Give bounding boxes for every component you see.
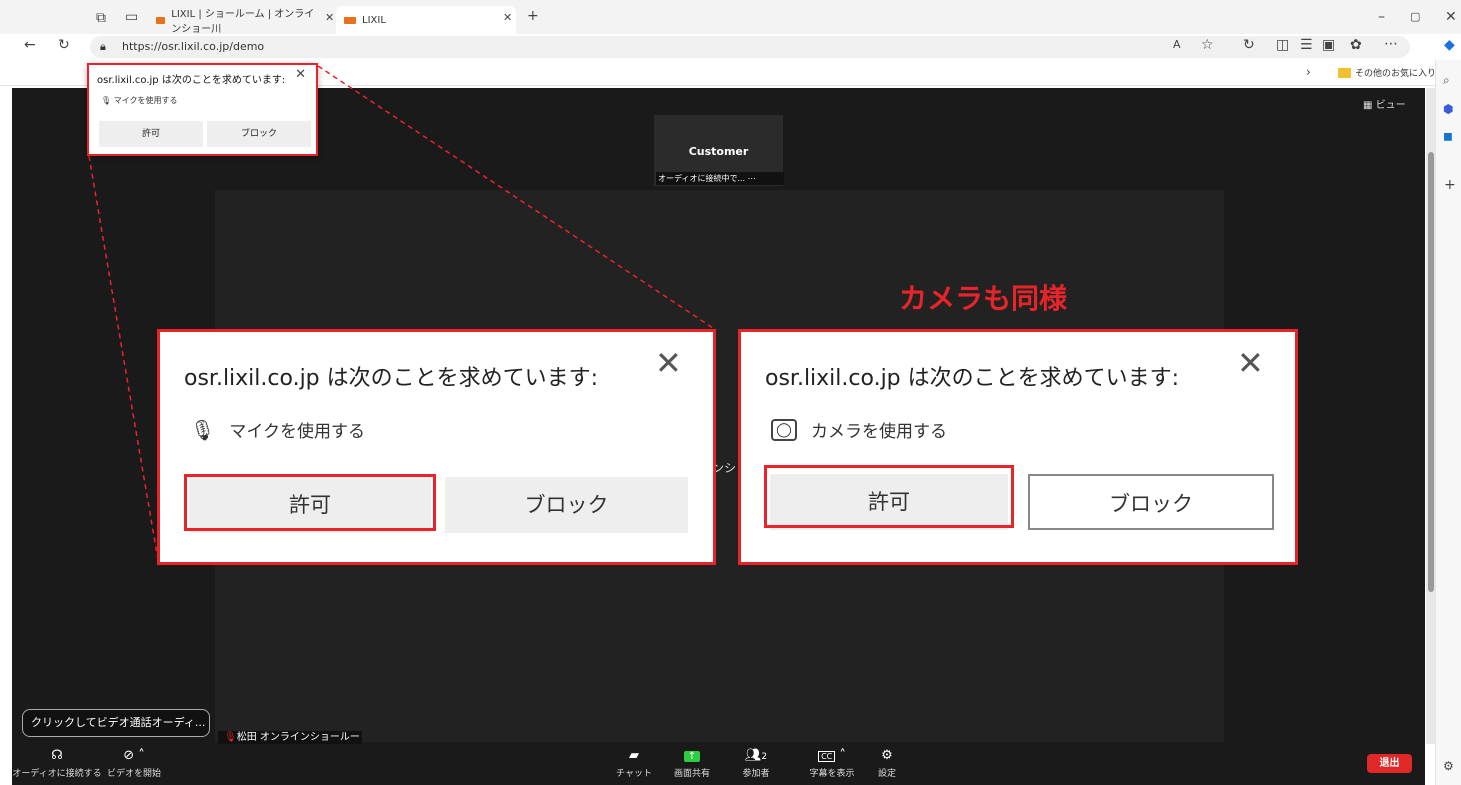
read-aloud-icon[interactable]: A: [1173, 39, 1181, 50]
popup-title: osr.lixil.co.jp は次のことを求めています:: [765, 366, 1180, 391]
edge-sidebar: ⌕ ⬢ ◼ + ⚙: [1435, 60, 1461, 785]
camera-request-label: カメラを使用する: [811, 422, 947, 442]
workspaces-icon[interactable]: ⧉: [96, 11, 106, 25]
tab-lixil[interactable]: LIXIL: [336, 6, 516, 34]
split-screen-icon[interactable]: ◫: [1276, 38, 1289, 52]
close-icon[interactable]: ✕: [295, 67, 306, 82]
restore-icon[interactable]: ▢: [1410, 11, 1420, 22]
camera-icon: ◯: [771, 418, 797, 441]
tab-label: LIXIL | ショールーム | オンラインショー川: [171, 9, 315, 35]
self-name-tag: 🎙︎松田 オンラインショールーム: [218, 731, 362, 757]
address-bar: ← ↻ 🔒︎ https://osr.lixil.co.jp/demo A ☆ …: [0, 34, 1461, 60]
participants-count: 2: [761, 752, 768, 762]
chevron-right-icon[interactable]: ›: [1306, 66, 1311, 78]
close-window-icon[interactable]: ✕: [1445, 10, 1457, 24]
favorites-folder[interactable]: その他のお気に入り: [1355, 66, 1436, 79]
new-tab-icon[interactable]: +: [527, 9, 539, 23]
minimize-icon[interactable]: –: [1378, 10, 1385, 24]
copilot-icon[interactable]: ◆: [1444, 38, 1455, 52]
captions-icon: CC ˄: [804, 744, 860, 766]
participants-label: 参加者: [742, 769, 770, 779]
settings-button[interactable]: ⚙ 設定: [874, 744, 900, 779]
camera-request: ◯ カメラを使用する: [771, 417, 947, 442]
tab-actions-icon[interactable]: ▭: [125, 10, 138, 24]
outlook-icon[interactable]: ◼: [1443, 130, 1453, 142]
close-icon[interactable]: ✕: [655, 344, 682, 382]
audio-tooltip: クリックしてビデオ通話オーディ...: [22, 709, 210, 737]
tab-label: LIXIL: [362, 14, 386, 26]
participants-button[interactable]: 👥︎2 参加者: [732, 744, 780, 779]
view-icon: ▦: [1363, 100, 1376, 111]
camera-same-annotation: カメラも同様: [899, 282, 1068, 315]
settings-label: 設定: [877, 769, 896, 779]
microphone-icon: 🎙︎: [190, 417, 216, 442]
start-video-label: ビデオを開始: [106, 769, 161, 779]
close-tab-icon[interactable]: ✕: [503, 12, 512, 23]
scrollbar-thumb[interactable]: [1428, 152, 1434, 592]
refresh-icon[interactable]: ↻: [58, 38, 70, 52]
meeting-toolbar: ☊ オーディオに接続する ⊘ ˄ ビデオを開始 ▰ チャット ↑ 画面共有 👥︎…: [12, 744, 1425, 785]
collections-icon[interactable]: ▣: [1322, 38, 1335, 52]
gear-icon: ⚙: [881, 748, 893, 763]
mic-permission-popup: osr.lixil.co.jp は次のことを求めています: ✕ 🎙︎ マイクを使…: [157, 329, 716, 565]
lixil-favicon: [156, 16, 166, 24]
mini-permission-popup: osr.lixil.co.jp は次のことを求めています: ✕ 🎙︎ マイクを使…: [87, 63, 318, 156]
join-audio-label: オーディオに接続する: [12, 769, 102, 779]
start-video-button[interactable]: ⊘ ˄ ビデオを開始: [102, 744, 166, 779]
captions-button[interactable]: CC ˄ 字幕を表示: [804, 744, 860, 779]
chat-icon: ▰: [629, 748, 639, 763]
leave-button[interactable]: 退出: [1367, 754, 1412, 773]
participants-icon: 👥︎2: [744, 748, 768, 763]
tab-lixil-showroom[interactable]: LIXIL | ショールーム | オンラインショー川: [148, 6, 328, 35]
allow-highlight: [764, 465, 1014, 528]
share-screen-icon: ↑: [668, 744, 716, 766]
allow-highlight: [184, 474, 436, 531]
extensions-icon[interactable]: ✿: [1350, 38, 1362, 52]
lixil-favicon: [344, 16, 356, 24]
mic-request-label: マイクを使用する: [229, 422, 366, 442]
captions-label: 字幕を表示: [809, 769, 855, 779]
close-tab-icon[interactable]: ✕: [325, 12, 334, 23]
lock-icon[interactable]: 🔒︎: [100, 36, 106, 58]
settings-icon[interactable]: ⚙: [1443, 760, 1454, 772]
url-text: https://osr.lixil.co.jp/demo: [122, 40, 265, 53]
block-button[interactable]: ブロック: [445, 477, 688, 533]
video-off-icon: ⊘ ˄: [123, 748, 145, 763]
favorite-star-icon[interactable]: ☆: [1201, 38, 1214, 52]
chat-button[interactable]: ▰ チャット: [612, 744, 656, 779]
customer-name: Customer: [688, 145, 749, 158]
block-button[interactable]: ブロック: [1028, 474, 1274, 530]
refresh-alt-icon[interactable]: ↻: [1243, 38, 1255, 52]
customer-audio-status: オーディオに接続中で... ⋯: [656, 172, 784, 185]
mic-muted-icon: 🎙︎: [224, 732, 237, 743]
back-icon[interactable]: ←: [24, 38, 36, 52]
shopping-icon[interactable]: ⬢: [1443, 103, 1453, 115]
allow-button[interactable]: 許可: [99, 121, 203, 147]
camera-permission-popup: osr.lixil.co.jp は次のことを求めています: ✕ ◯ カメラを使用…: [738, 329, 1298, 565]
mic-request: 🎙︎ マイクを使用する: [101, 95, 178, 106]
chat-label: チャット: [616, 769, 652, 779]
search-icon[interactable]: ⌕: [1443, 74, 1450, 86]
more-icon[interactable]: ⋯: [1384, 37, 1398, 51]
tab-bar: ⧉ ▭ LIXIL | ショールーム | オンラインショー川 ✕ LIXIL ✕…: [0, 0, 1461, 35]
folder-icon: [1338, 68, 1351, 78]
close-icon[interactable]: ✕: [1237, 344, 1264, 382]
mic-request: 🎙︎ マイクを使用する: [190, 417, 366, 443]
block-button[interactable]: ブロック: [207, 121, 311, 147]
view-button[interactable]: ▦ ビュー: [1363, 96, 1406, 111]
add-icon[interactable]: +: [1444, 178, 1456, 192]
popup-title: osr.lixil.co.jp は次のことを求めています:: [184, 366, 599, 391]
microphone-icon: 🎙︎: [101, 96, 114, 105]
favorites-icon[interactable]: ☰: [1300, 38, 1313, 52]
share-screen-label: 画面共有: [673, 769, 710, 779]
popup-title: osr.lixil.co.jp は次のことを求めています:: [97, 75, 286, 86]
view-label: ビュー: [1375, 100, 1406, 111]
join-audio-button[interactable]: ☊ オーディオに接続する: [12, 744, 102, 779]
headphones-icon: ☊: [51, 748, 63, 763]
share-screen-button[interactable]: ↑ 画面共有: [668, 744, 716, 779]
mic-request-label: マイクを使用する: [113, 96, 178, 105]
